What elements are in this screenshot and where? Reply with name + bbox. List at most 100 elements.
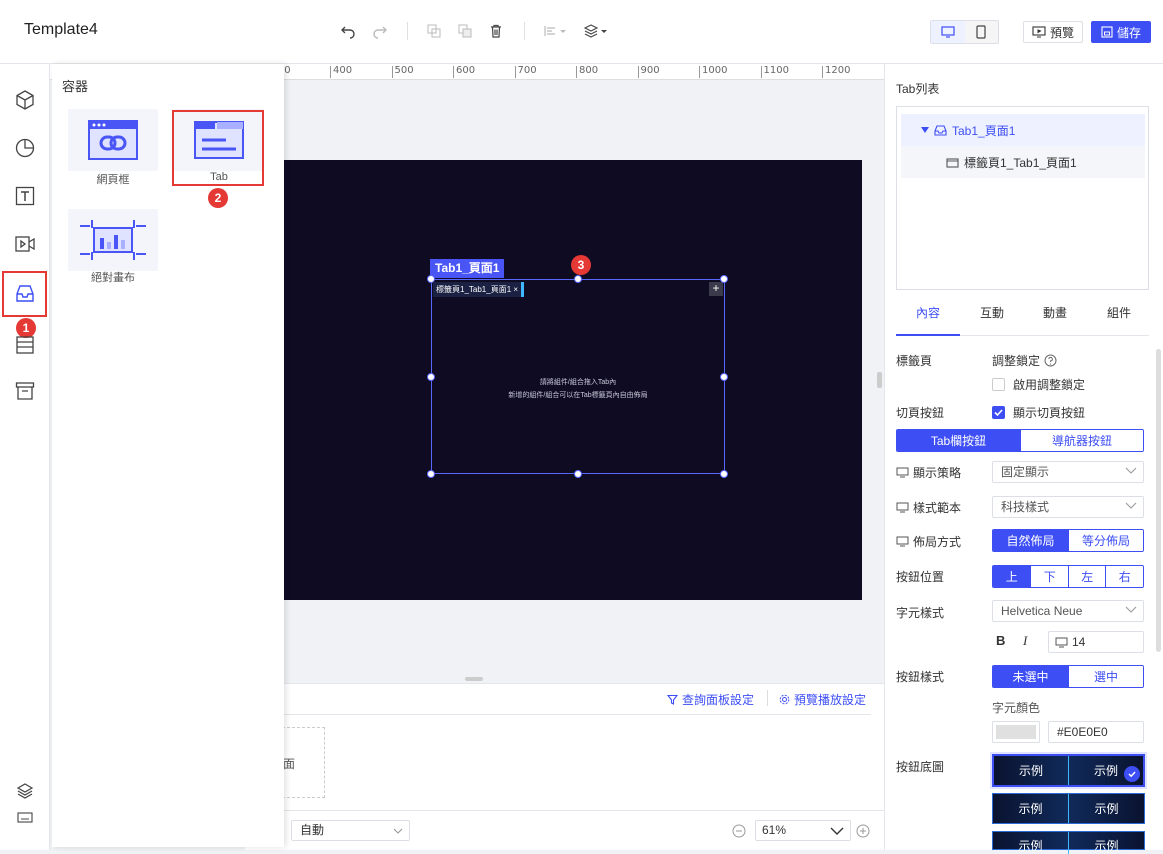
- tab-bar-button-option[interactable]: Tab欄按鈕: [897, 430, 1020, 451]
- keyboard-icon[interactable]: [12, 804, 38, 830]
- copy-icon[interactable]: [425, 22, 443, 40]
- display-strategy-select[interactable]: 固定顯示: [992, 461, 1144, 483]
- tree-node-tab-page[interactable]: Tab1_頁面1: [901, 114, 1145, 146]
- font-color-input[interactable]: #E0E0E0: [1048, 721, 1144, 743]
- button-bg-option-3[interactable]: 示例 示例: [992, 831, 1145, 854]
- save-button[interactable]: 儲存: [1091, 21, 1151, 43]
- button-style-segmented: 未選中 選中: [992, 665, 1144, 688]
- resize-handle-n[interactable]: [574, 275, 582, 283]
- query-panel-settings-link[interactable]: 查詢面板設定: [667, 691, 754, 708]
- absolute-canvas-icon: [80, 220, 146, 260]
- layout-mode-label: 佈局方式: [913, 535, 962, 549]
- ruler-tick-label: 900: [637, 66, 660, 78]
- container-component-flyout: 容器 網頁框 Tab 絕對畫布 2: [52, 64, 284, 847]
- layers-icon[interactable]: [12, 778, 38, 804]
- delete-icon[interactable]: [487, 22, 505, 40]
- help-question-icon[interactable]: [1044, 354, 1057, 367]
- layer-dropdown-icon[interactable]: [583, 22, 609, 40]
- natural-layout-option[interactable]: 自然佈局: [993, 530, 1068, 551]
- button-bg-option-2[interactable]: 示例 示例: [992, 793, 1145, 824]
- ruler-tick-label: 1200: [822, 66, 850, 78]
- resize-handle-e[interactable]: [720, 373, 728, 381]
- bold-button[interactable]: B: [996, 633, 1005, 648]
- resize-handle-ne[interactable]: [720, 275, 728, 283]
- resize-handle-sw[interactable]: [427, 470, 435, 478]
- mobile-view-icon[interactable]: [965, 21, 999, 43]
- font-color-swatch[interactable]: [992, 721, 1040, 743]
- redo-icon[interactable]: [371, 22, 389, 40]
- ruler-tick-label: 400: [330, 66, 352, 78]
- position-top-option[interactable]: 上: [993, 566, 1031, 587]
- enable-adjust-lock-checkbox[interactable]: [992, 378, 1005, 391]
- selected-state-option[interactable]: 選中: [1068, 666, 1143, 687]
- button-bg-option-1[interactable]: 示例 示例: [992, 754, 1145, 787]
- preview-playback-settings-link[interactable]: 預覽播放設定: [779, 691, 866, 708]
- folder-tab-icon: [946, 157, 959, 168]
- show-switch-row[interactable]: 顯示切頁按鈕: [992, 404, 1085, 421]
- font-size-input[interactable]: 14: [1048, 631, 1144, 653]
- zoom-in-icon[interactable]: [856, 824, 870, 838]
- resize-handle-nw[interactable]: [427, 275, 435, 283]
- preview-button[interactable]: 預覽: [1023, 21, 1083, 43]
- 3d-cube-icon[interactable]: [12, 87, 38, 113]
- archive-icon[interactable]: [12, 378, 38, 404]
- italic-button[interactable]: I: [1023, 633, 1027, 649]
- resize-handle-w[interactable]: [427, 373, 435, 381]
- style-template-row: 樣式範本: [896, 499, 961, 516]
- equal-layout-option[interactable]: 等分佈局: [1068, 530, 1143, 551]
- tab-page-label[interactable]: 標籤頁1_Tab1_頁面1 ×: [433, 282, 525, 297]
- table-icon[interactable]: [12, 332, 38, 358]
- button-style-label: 按鈕樣式: [896, 670, 945, 684]
- position-bottom-option[interactable]: 下: [1030, 566, 1068, 587]
- tab-interaction[interactable]: 互動: [960, 304, 1024, 321]
- layout-mode-segmented: 自然佈局 等分佈局: [992, 529, 1144, 552]
- chevron-down-icon: [1125, 467, 1137, 474]
- container-tray-icon[interactable]: [12, 281, 38, 307]
- text-icon[interactable]: [12, 183, 38, 209]
- chevron-down-icon: [830, 827, 844, 835]
- iframe-container-tile[interactable]: [68, 109, 158, 171]
- font-family-select[interactable]: Helvetica Neue: [992, 600, 1144, 622]
- desktop-icon: [896, 502, 909, 513]
- undo-icon[interactable]: [339, 22, 357, 40]
- canvas-resize-handle[interactable]: [465, 677, 483, 681]
- media-icon[interactable]: [12, 231, 38, 257]
- tree-node-label: Tab1_頁面1: [952, 123, 1016, 138]
- resize-handle-se[interactable]: [720, 470, 728, 478]
- tab-component[interactable]: 組件: [1087, 304, 1151, 321]
- auto-size-select[interactable]: 自動: [291, 820, 410, 841]
- display-strategy-value: 固定顯示: [1001, 465, 1050, 479]
- style-template-value: 科技樣式: [1001, 500, 1050, 514]
- display-strategy-label: 顯示策略: [913, 466, 962, 480]
- resize-handle-s[interactable]: [574, 470, 582, 478]
- zoom-select[interactable]: 61%: [755, 820, 851, 841]
- tree-node-tab-label-page[interactable]: 標籤頁1_Tab1_頁面1: [901, 146, 1145, 178]
- tag-page-label: 標籤頁: [896, 354, 933, 368]
- example-label: 示例: [1018, 839, 1043, 853]
- desktop-view-icon[interactable]: [931, 21, 965, 43]
- style-template-select[interactable]: 科技樣式: [992, 496, 1144, 518]
- chart-pie-icon[interactable]: [12, 135, 38, 161]
- style-template-label: 樣式範本: [913, 501, 962, 515]
- button-type-segmented: Tab欄按鈕 導航器按鈕: [896, 429, 1144, 452]
- unselected-state-option[interactable]: 未選中: [993, 666, 1068, 687]
- panel-resize-handle[interactable]: [877, 372, 882, 388]
- position-right-option[interactable]: 右: [1105, 566, 1143, 587]
- zoom-out-icon[interactable]: [732, 824, 746, 838]
- tab-animation[interactable]: 動畫: [1023, 304, 1087, 321]
- component-category-rail: [0, 64, 50, 850]
- align-dropdown-icon[interactable]: [543, 22, 569, 40]
- drop-hint-line2: 新增的組件/組合可以在Tab標籤頁內自由佈局: [508, 392, 648, 399]
- example-label: 示例: [1068, 794, 1144, 823]
- position-left-option[interactable]: 左: [1067, 566, 1106, 587]
- example-label: 示例: [1018, 764, 1043, 778]
- paste-icon[interactable]: [456, 22, 474, 40]
- add-tab-button[interactable]: +: [709, 282, 723, 296]
- tab-content[interactable]: 內容: [896, 304, 960, 321]
- enable-adjust-lock-row[interactable]: 啟用調整鎖定: [992, 376, 1085, 393]
- properties-scrollbar[interactable]: [1156, 349, 1161, 652]
- navigator-button-option[interactable]: 導航器按鈕: [1020, 430, 1143, 451]
- font-color-label: 字元顏色: [992, 701, 1041, 715]
- absolute-canvas-tile[interactable]: [68, 209, 158, 271]
- show-switch-checkbox[interactable]: [992, 406, 1005, 419]
